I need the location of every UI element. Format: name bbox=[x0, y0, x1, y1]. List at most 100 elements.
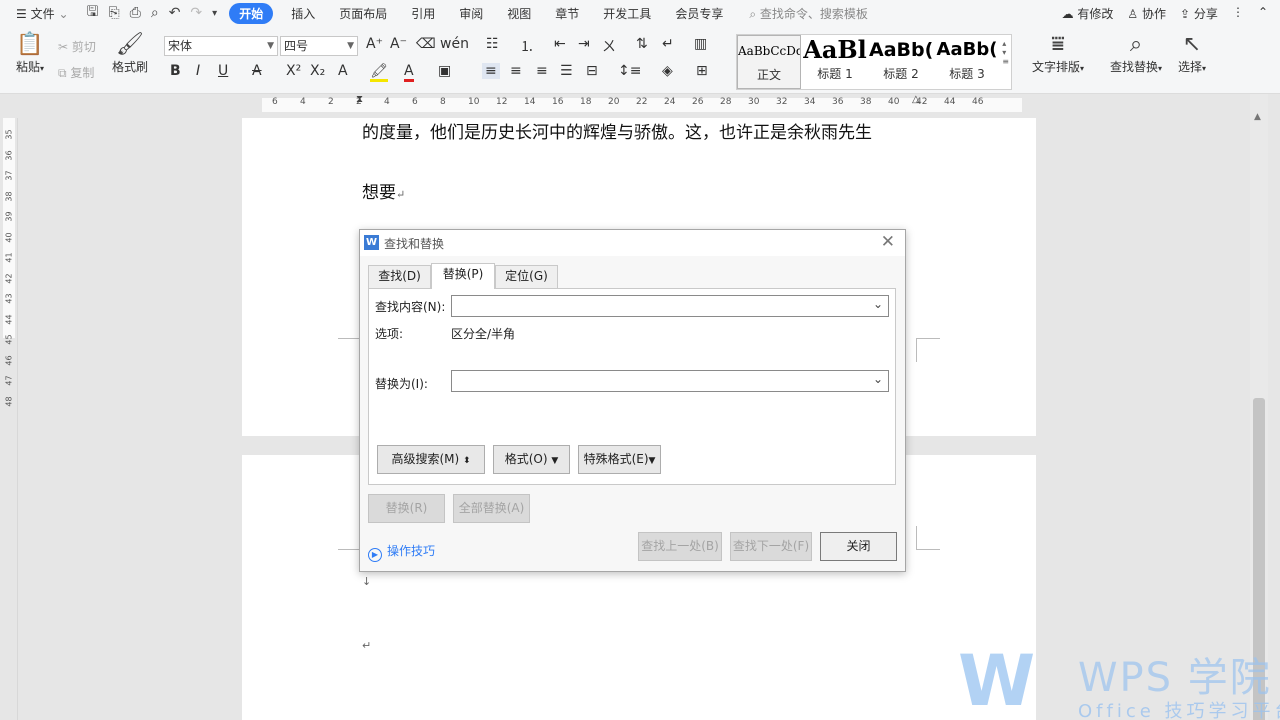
decrease-indent-icon[interactable]: ⇤ bbox=[554, 36, 566, 52]
print-icon[interactable]: ⎙ bbox=[130, 5, 141, 21]
clear-format-icon[interactable]: ⌫ bbox=[416, 36, 436, 52]
tips-link[interactable]: ▶ 操作技巧 bbox=[368, 542, 435, 562]
scroll-up-icon[interactable]: ▲ bbox=[1254, 112, 1261, 122]
vertical-ruler[interactable]: 35 36 37 38 39 40 41 42 43 44 45 46 47 48 bbox=[0, 118, 18, 720]
file-menu[interactable]: ☰ 文件 ⌄ bbox=[0, 5, 81, 22]
chevron-down-icon[interactable]: ⌄ bbox=[873, 372, 883, 386]
paragraph-mark: ↵ bbox=[362, 639, 372, 652]
vertical-scrollbar[interactable]: ▲ bbox=[1250, 94, 1268, 720]
select-button[interactable]: ↖ 选择▾ bbox=[1172, 32, 1212, 75]
borders-icon[interactable]: ⊞ bbox=[696, 63, 708, 79]
justify-icon[interactable]: ☰ bbox=[560, 63, 573, 79]
shrink-font-icon[interactable]: A⁻ bbox=[390, 36, 407, 52]
tab-references[interactable]: 引用 bbox=[399, 5, 447, 22]
dialog-titlebar[interactable]: W 查找和替换 ✕ bbox=[360, 230, 905, 256]
font-size-select[interactable]: 四号 ▼ bbox=[280, 36, 358, 56]
save-icon[interactable]: 🖫 bbox=[87, 1, 99, 25]
tab-replace[interactable]: 替换(P) bbox=[431, 263, 495, 289]
show-marks-icon[interactable]: ↵ bbox=[662, 36, 674, 52]
redo-icon[interactable]: ↷ bbox=[190, 5, 202, 21]
tab-page-layout[interactable]: 页面布局 bbox=[327, 5, 399, 22]
text-layout-button[interactable]: ⩸ 文字排版▾ bbox=[1028, 32, 1088, 75]
copy-button[interactable]: ⧉ 复制 bbox=[58, 64, 94, 81]
format-painter-button[interactable]: 🖌 格式刷 bbox=[110, 32, 150, 75]
advanced-search-button[interactable]: 高级搜索(M) ⬍ bbox=[377, 445, 485, 474]
ruler-tick-label: 24 bbox=[664, 97, 676, 107]
subscript-icon[interactable]: X₂ bbox=[310, 63, 325, 79]
watermark-brand: WPS 学院 bbox=[1078, 655, 1272, 701]
grow-font-icon[interactable]: A⁺ bbox=[366, 36, 383, 52]
tab-insert[interactable]: 插入 bbox=[279, 5, 327, 22]
ruler-tick-label: 2 bbox=[328, 97, 334, 107]
command-search[interactable]: ⌕ 查找命令、搜索模板 bbox=[749, 5, 868, 22]
ruler-tick-label: 6 bbox=[412, 97, 418, 107]
format-button[interactable]: 格式(O) ▼ bbox=[493, 445, 570, 474]
right-indent-marker-icon[interactable]: △ bbox=[912, 94, 920, 105]
bold-icon[interactable]: B bbox=[170, 63, 181, 79]
tab-review[interactable]: 审阅 bbox=[447, 5, 495, 22]
font-color-icon[interactable]: A bbox=[404, 63, 414, 82]
char-border-icon[interactable]: ▣ bbox=[438, 63, 451, 79]
paste-button[interactable]: 📋 粘贴▾ bbox=[10, 32, 50, 75]
collapse-ribbon-icon[interactable]: ⌃ bbox=[1258, 5, 1268, 22]
replace-all-button[interactable]: 全部替换(A) bbox=[453, 494, 530, 523]
special-format-button[interactable]: 特殊格式(E)▼ bbox=[578, 445, 661, 474]
increase-indent-icon[interactable]: ⇥ bbox=[578, 36, 590, 52]
tab-member[interactable]: 会员专享 bbox=[663, 5, 735, 22]
more-icon[interactable]: ⋮ bbox=[1232, 5, 1244, 22]
chevron-down-icon[interactable]: ⌄ bbox=[873, 297, 883, 311]
font-name-select[interactable]: 宋体 ▼ bbox=[164, 36, 278, 56]
close-icon[interactable]: ✕ bbox=[881, 232, 895, 252]
tab-goto[interactable]: 定位(G) bbox=[495, 265, 558, 288]
shading-icon[interactable]: ◈ bbox=[662, 63, 673, 79]
strikethrough-icon[interactable]: A bbox=[252, 63, 262, 79]
undo-icon[interactable]: ↶ bbox=[169, 5, 181, 21]
replace-input[interactable]: ⌄ bbox=[451, 370, 889, 392]
chinese-layout-icon[interactable]: ㄨ bbox=[602, 36, 616, 56]
phonetic-icon[interactable]: wén bbox=[440, 36, 469, 52]
highlight-icon[interactable]: 🖍 bbox=[370, 63, 388, 82]
tabs-icon[interactable]: ▥ bbox=[694, 36, 707, 52]
modified-button[interactable]: ☁ 有修改 bbox=[1062, 5, 1114, 22]
bullet-list-icon[interactable]: ☷ bbox=[486, 36, 499, 52]
tab-section[interactable]: 章节 bbox=[543, 5, 591, 22]
replace-button[interactable]: 替换(R) bbox=[368, 494, 445, 523]
collaborate-button[interactable]: ♙ 协作 bbox=[1127, 5, 1166, 22]
align-left-icon[interactable]: ≡ bbox=[482, 63, 500, 79]
find-replace-button[interactable]: ⌕ 查找替换▾ bbox=[1104, 32, 1168, 75]
align-right-icon[interactable]: ≡ bbox=[536, 63, 548, 79]
ruler-tick-label: 46 bbox=[4, 354, 14, 366]
horizontal-ruler[interactable]: 6 4 2 2 4 6 8 10 12 14 16 18 20 22 24 26 28 30 32 34 36 38 40 4… bbox=[0, 94, 1280, 118]
close-button[interactable]: 关闭 bbox=[820, 532, 897, 561]
tab-developer[interactable]: 开发工具 bbox=[591, 5, 663, 22]
line-spacing-icon[interactable]: ↕≡ bbox=[618, 63, 641, 79]
ruler-tick-label: 16 bbox=[552, 97, 564, 107]
find-next-button[interactable]: 查找下一处(F) bbox=[730, 532, 812, 561]
superscript-icon[interactable]: X² bbox=[286, 63, 301, 79]
tab-find[interactable]: 查找(D) bbox=[368, 265, 431, 288]
distribute-icon[interactable]: ⊟ bbox=[586, 63, 598, 79]
print-preview-icon[interactable]: ⌕ bbox=[151, 5, 159, 21]
tab-home[interactable]: 开始 bbox=[229, 2, 274, 24]
doc-paragraph-line: 想要↵ bbox=[362, 183, 406, 203]
sort-icon[interactable]: ⇅ bbox=[636, 36, 648, 52]
style-heading-2[interactable]: AaBb( 标题 2 bbox=[869, 35, 933, 89]
text-effect-icon[interactable]: A bbox=[338, 63, 348, 79]
style-heading-3[interactable]: AaBb( 标题 3 bbox=[935, 35, 999, 89]
underline-icon[interactable]: U bbox=[218, 63, 228, 79]
indent-marker-icon[interactable]: ⧗ bbox=[356, 94, 363, 105]
customize-icon[interactable]: ▾ bbox=[212, 8, 217, 19]
share-button[interactable]: ⇪ 分享 bbox=[1180, 5, 1218, 22]
numbered-list-icon[interactable]: ⒈ bbox=[520, 36, 534, 56]
cut-button[interactable]: ✂ 剪切 bbox=[58, 38, 96, 55]
style-heading-1[interactable]: AaBl 标题 1 bbox=[803, 35, 867, 89]
styles-scroll-icon[interactable]: ▴ ▾ ≡ bbox=[1002, 39, 1009, 66]
find-input[interactable]: ⌄ bbox=[451, 295, 889, 317]
style-normal[interactable]: AaBbCcDd 正文 bbox=[737, 35, 801, 89]
italic-icon[interactable]: I bbox=[196, 63, 200, 79]
tab-view[interactable]: 视图 bbox=[495, 5, 543, 22]
export-icon[interactable]: ⎘ bbox=[108, 5, 119, 21]
find-previous-button[interactable]: 查找上一处(B) bbox=[638, 532, 722, 561]
align-center-icon[interactable]: ≡ bbox=[510, 63, 522, 79]
play-circle-icon: ▶ bbox=[368, 548, 382, 562]
